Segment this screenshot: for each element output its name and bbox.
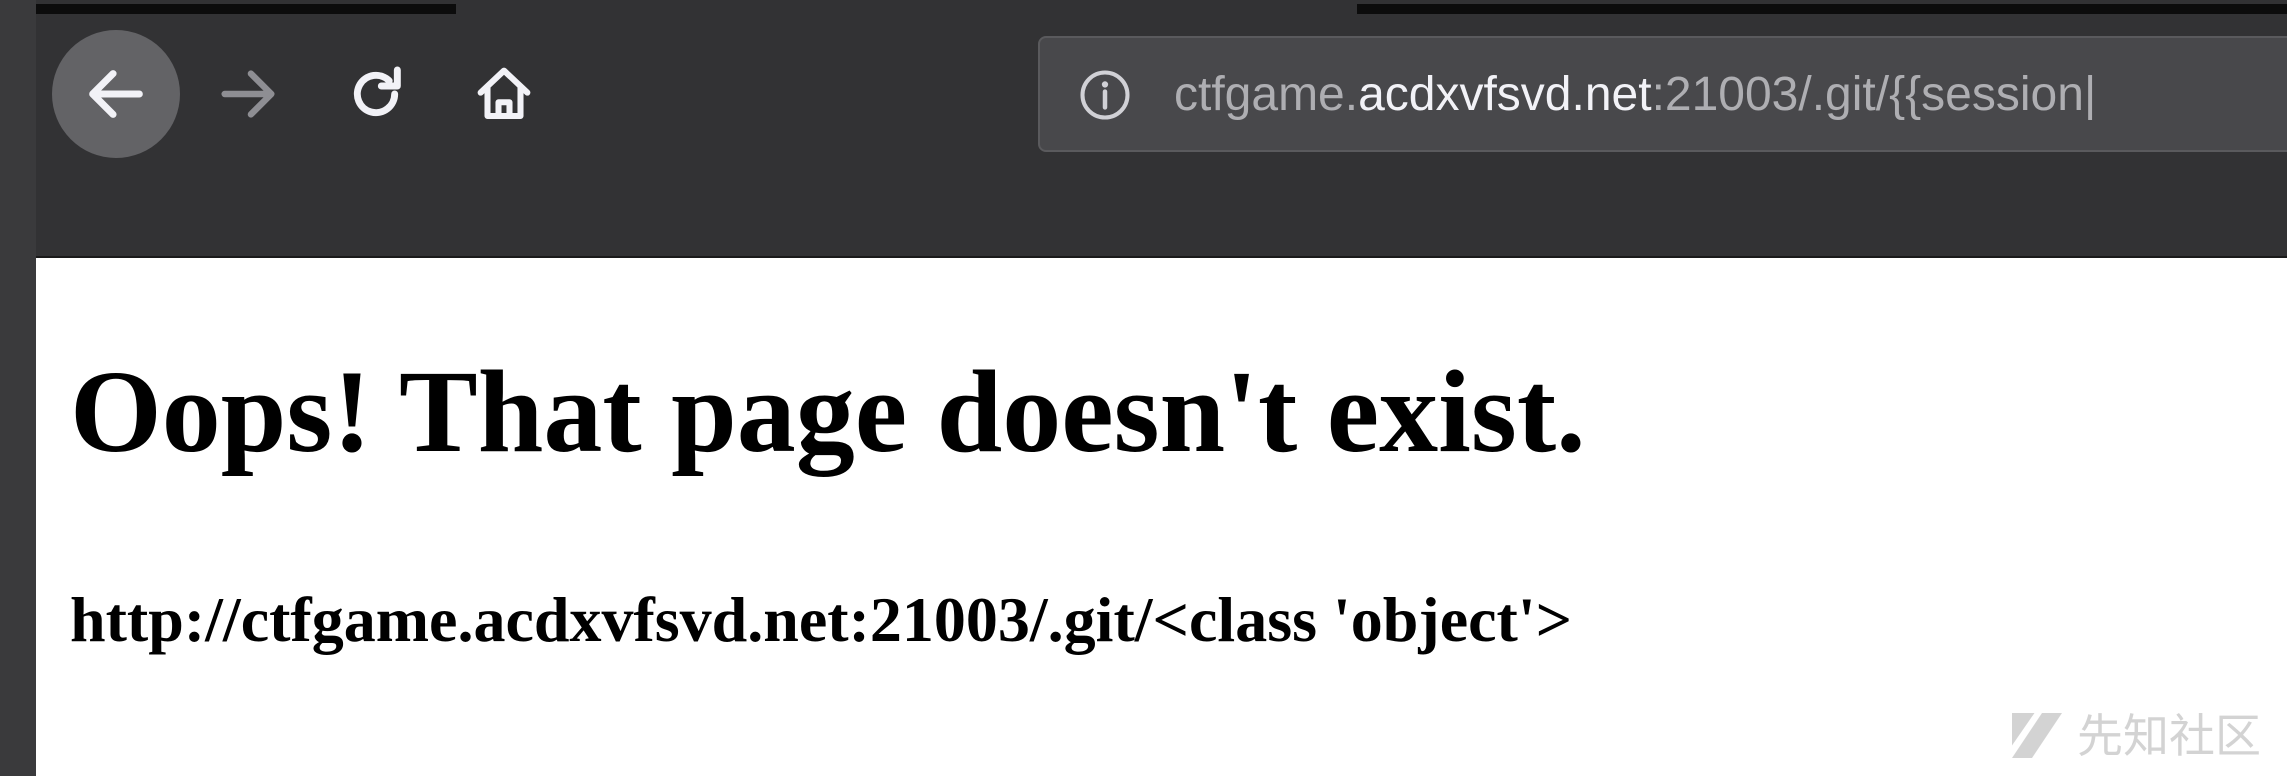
forward-button[interactable] [208, 54, 288, 134]
watermark-logo-icon [2012, 713, 2062, 758]
url-text[interactable]: ctfgame.acdxvfsvd.net:21003/.git/{{sessi… [1174, 60, 2096, 130]
tab-strip-segment [1357, 4, 2287, 14]
back-button[interactable] [52, 30, 180, 158]
reload-icon [353, 66, 401, 117]
url-path: :21003/.git/{{session| [1651, 68, 2097, 121]
arrow-right-icon [221, 70, 275, 118]
screenshot-viewport: ctfgame.acdxvfsvd.net:21003/.git/{{sessi… [0, 0, 2287, 776]
browser-toolbar: ctfgame.acdxvfsvd.net:21003/.git/{{sessi… [36, 0, 2287, 258]
info-icon[interactable] [1078, 68, 1132, 122]
url-subdomain: ctfgame. [1174, 68, 1359, 121]
window-left-edge [0, 0, 36, 776]
page-content: Oops! That page doesn't exist. http://ct… [36, 260, 2287, 776]
page-title: Oops! That page doesn't exist. [70, 346, 1586, 477]
url-domain: acdxvfsvd.net [1358, 68, 1652, 121]
watermark: 先知社区 [2007, 700, 2261, 766]
watermark-text: 先知社区 [2077, 709, 2261, 763]
home-icon [477, 67, 531, 120]
home-button[interactable] [464, 54, 544, 134]
tab-strip-segment [36, 4, 456, 14]
arrow-left-icon [89, 70, 143, 118]
reload-button[interactable] [336, 54, 416, 134]
requested-url-text: http://ctfgame.acdxvfsvd.net:21003/.git/… [70, 584, 1573, 655]
address-bar[interactable]: ctfgame.acdxvfsvd.net:21003/.git/{{sessi… [1038, 36, 2287, 152]
